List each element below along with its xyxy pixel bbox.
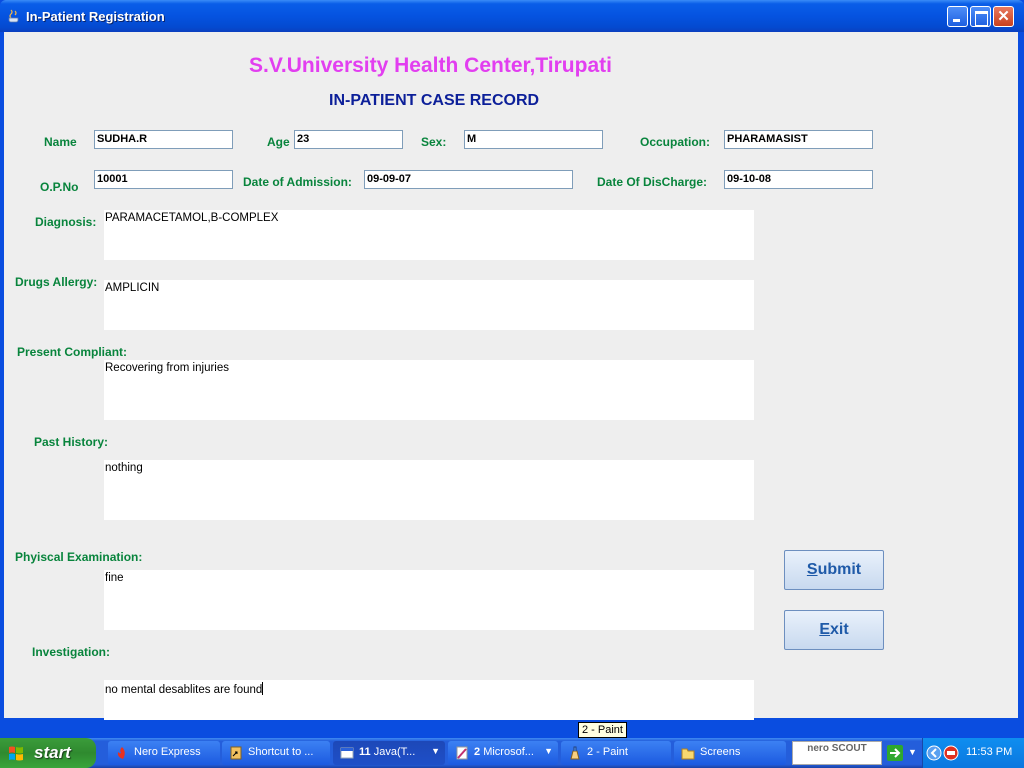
- drugs-allergy-textarea[interactable]: AMPLICIN: [104, 280, 754, 330]
- group-arrow-icon: ▼: [544, 746, 553, 756]
- submit-button[interactable]: Submit: [784, 550, 884, 590]
- title-bar[interactable]: In-Patient Registration ✕: [0, 0, 1024, 32]
- clock[interactable]: 11:53 PM: [966, 746, 1012, 758]
- folder-icon: [681, 748, 695, 760]
- form-panel: S.V.University Health Center,Tirupati IN…: [4, 32, 1018, 720]
- diagnosis-textarea[interactable]: PARAMACETAMOL,B-COMPLEX: [104, 210, 754, 260]
- nero-flame-icon: [117, 747, 125, 759]
- application-window: In-Patient Registration ✕ S.V.University…: [0, 0, 1024, 738]
- past-history-textarea[interactable]: nothing: [104, 460, 754, 520]
- taskbar: start Nero Express Shortcut to ... 11 Ja…: [0, 738, 1024, 768]
- present-compliant-textarea[interactable]: Recovering from injuries: [104, 360, 754, 420]
- present-compliant-label: Present Compliant:: [17, 345, 128, 359]
- op-no-field[interactable]: 10001: [94, 170, 233, 189]
- hospital-title: S.V.University Health Center,Tirupati: [249, 54, 612, 77]
- start-button[interactable]: start: [0, 738, 96, 768]
- taskbar-item-nero-express[interactable]: Nero Express: [108, 741, 220, 765]
- show-hidden-icons-icon[interactable]: [926, 745, 942, 761]
- name-field[interactable]: SUDHA.R: [94, 130, 233, 149]
- occupation-field[interactable]: PHARAMASIST: [724, 130, 873, 149]
- close-button[interactable]: ✕: [993, 6, 1014, 27]
- window-title: In-Patient Registration: [26, 9, 165, 24]
- discharge-date-field[interactable]: 09-10-08: [724, 170, 873, 189]
- close-icon: ✕: [997, 8, 1010, 25]
- taskbar-item-microsoft-group[interactable]: 2 Microsof... ▼: [448, 741, 558, 765]
- sex-label: Sex:: [421, 135, 447, 149]
- exit-button[interactable]: Exit: [784, 610, 884, 650]
- admission-date-field[interactable]: 09-09-07: [364, 170, 573, 189]
- occupation-label: Occupation:: [640, 135, 711, 149]
- taskbar-item-shortcut[interactable]: Shortcut to ...: [222, 741, 330, 765]
- past-history-label: Past History:: [34, 435, 109, 449]
- security-alert-icon[interactable]: [943, 745, 959, 761]
- admission-date-label: Date of Admission:: [243, 175, 352, 189]
- shortcut-icon: [230, 746, 242, 760]
- paint-icon: [570, 746, 580, 760]
- text-cursor: [262, 682, 264, 695]
- minimize-button[interactable]: [947, 6, 968, 27]
- physical-examination-label: Phyiscal Examination:: [15, 550, 143, 564]
- taskbar-tooltip: 2 - Paint: [578, 722, 627, 738]
- taskbar-item-java-group[interactable]: 11 Java(T... ▼: [333, 741, 445, 765]
- java-cup-icon: [8, 9, 19, 23]
- group-arrow-icon: ▼: [431, 746, 440, 756]
- sex-field[interactable]: M: [464, 130, 603, 149]
- investigation-label: Investigation:: [32, 645, 111, 659]
- word-icon: [456, 746, 468, 760]
- windows-logo-icon: [9, 746, 23, 761]
- age-label: Age: [267, 135, 290, 149]
- start-label: start: [34, 743, 71, 762]
- form-title: IN-PATIENT CASE RECORD: [329, 92, 540, 109]
- physical-examination-textarea[interactable]: fine: [104, 570, 754, 630]
- drugs-allergy-label: Drugs Allergy:: [15, 275, 98, 289]
- taskbar-item-screens[interactable]: Screens: [674, 741, 786, 765]
- investigation-textarea[interactable]: no mental desablites are found: [104, 680, 754, 720]
- op-no-label: O.P.No: [40, 180, 79, 194]
- nero-scout-toolbar[interactable]: nero SCOUT: [792, 741, 882, 765]
- go-arrow-icon[interactable]: [887, 745, 903, 761]
- window-icon: [340, 747, 354, 759]
- discharge-date-label: Date Of DisCharge:: [597, 175, 708, 189]
- maximize-button[interactable]: [970, 6, 991, 27]
- age-field[interactable]: 23: [294, 130, 403, 149]
- taskbar-item-paint[interactable]: 2 - Paint: [561, 741, 671, 765]
- toolbar-dropdown-icon[interactable]: ▼: [908, 747, 917, 757]
- system-tray: 11:53 PM: [922, 738, 1024, 768]
- investigation-text: no mental desablites are found: [105, 684, 263, 696]
- name-label: Name: [44, 135, 77, 149]
- diagnosis-label: Diagnosis:: [35, 215, 97, 229]
